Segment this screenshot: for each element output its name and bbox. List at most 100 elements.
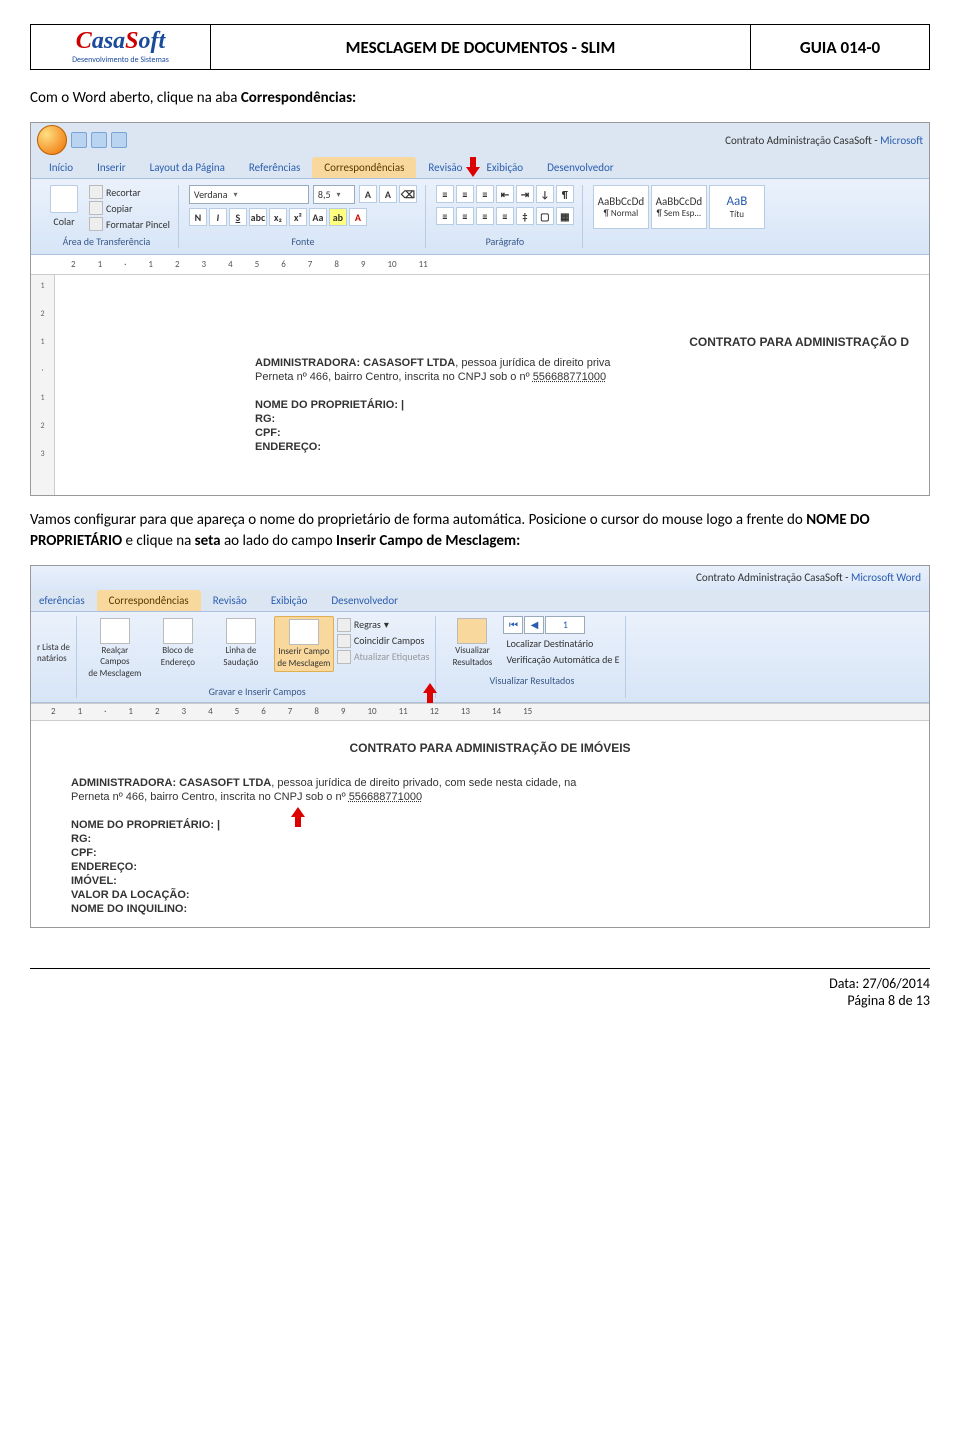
document-page-2[interactable]: CONTRATO PARA ADMINISTRAÇÃO DE IMÓVEIS A…: [31, 721, 929, 927]
tab-exibicao[interactable]: Exibição: [474, 157, 535, 178]
style-titulo[interactable]: AaBTítu: [709, 185, 765, 229]
field-rg: RG:: [255, 413, 909, 425]
align-left-icon[interactable]: ≡: [436, 207, 454, 225]
sort-icon[interactable]: ↓: [536, 185, 554, 203]
group-preview: VisualizarResultados ⏮ ◀ 1 Localizar Des…: [438, 616, 626, 698]
logo: CasaSoft: [76, 29, 165, 53]
paste-button[interactable]: Colar: [43, 185, 85, 228]
preview-icon: [457, 618, 487, 644]
case-button[interactable]: Aa: [309, 208, 327, 226]
clear-format-icon[interactable]: ⌫: [399, 185, 417, 203]
match-icon: [337, 634, 351, 648]
tab-desenvolvedor[interactable]: Desenvolvedor: [319, 590, 410, 611]
justify-icon[interactable]: ≡: [496, 207, 514, 225]
preview-results-button[interactable]: VisualizarResultados: [444, 616, 500, 670]
update-icon: [337, 650, 351, 664]
vertical-ruler: 121·123: [31, 275, 55, 495]
greeting-line-button[interactable]: Linha deSaudação: [211, 616, 271, 670]
rules-button[interactable]: Regras ▾: [337, 618, 430, 632]
address-block-button[interactable]: Bloco deEndereço: [148, 616, 208, 670]
borders-icon[interactable]: ▦: [556, 207, 574, 225]
field-inquilino: NOME DO INQUILINO:: [71, 903, 909, 915]
find-recipient-button[interactable]: Localizar Destinatário: [503, 637, 619, 650]
update-labels-button[interactable]: Atualizar Etiquetas: [337, 650, 430, 664]
group-label: Área de Transferência: [43, 235, 170, 248]
italic-button[interactable]: I: [209, 208, 227, 226]
style-sem-esp[interactable]: AaBbCcDd¶ Sem Esp...: [651, 185, 707, 229]
pilcrow-icon[interactable]: ¶: [556, 185, 574, 203]
redo-icon[interactable]: [111, 132, 127, 148]
underline-button[interactable]: S: [229, 208, 247, 226]
subscript-button[interactable]: x₂: [269, 208, 287, 226]
tab-correspondencias[interactable]: Correspondências: [97, 590, 201, 611]
insert-merge-field-button[interactable]: Inserir Campode Mesclagem: [274, 616, 334, 672]
style-normal[interactable]: AaBbCcDd¶ Normal: [593, 185, 649, 229]
quick-access-toolbar: Contrato Administração CasaSoft - Micros…: [31, 123, 929, 157]
screenshot-word-2: Contrato Administração CasaSoft - Micros…: [30, 565, 930, 928]
tab-revisao[interactable]: Revisão: [201, 590, 259, 611]
screenshot-word-1: Contrato Administração CasaSoft - Micros…: [30, 122, 930, 496]
tab-referencias-partial[interactable]: eferências: [37, 590, 97, 611]
tab-layout[interactable]: Layout da Página: [138, 157, 237, 178]
numbering-icon[interactable]: ≡: [456, 185, 474, 203]
record-number-input[interactable]: 1: [545, 616, 585, 634]
highlight-button[interactable]: ab: [329, 208, 347, 226]
highlight-merge-fields-button[interactable]: Realçar Camposde Mesclagem: [85, 616, 145, 681]
prev-record-button[interactable]: ◀: [524, 616, 544, 634]
tab-correspondencias[interactable]: Correspondências: [312, 157, 416, 178]
group-styles: AaBbCcDd¶ Normal AaBbCcDd¶ Sem Esp... Aa…: [585, 185, 773, 248]
footer-page: Página 8 de 13: [30, 992, 930, 1009]
page-header: CasaSoft Desenvolvimento de Sistemas MES…: [30, 24, 930, 70]
tab-referencias[interactable]: Referências: [237, 157, 312, 178]
superscript-button[interactable]: x²: [289, 208, 307, 226]
text: r Lista de: [37, 642, 70, 653]
tab-desenvolvedor[interactable]: Desenvolvedor: [535, 157, 626, 178]
line-spacing-icon[interactable]: ‡: [516, 207, 534, 225]
text: Com o Word aberto, clique na aba: [30, 89, 241, 107]
document-page[interactable]: CONTRATO PARA ADMINISTRAÇÃO D ADMINISTRA…: [55, 275, 929, 495]
bullets-icon[interactable]: ≡: [436, 185, 454, 203]
auto-check-button[interactable]: Verificação Automática de E: [503, 653, 619, 666]
office-button-icon[interactable]: [37, 125, 67, 155]
indent-dec-icon[interactable]: ⇤: [496, 185, 514, 203]
rules-icon: [337, 618, 351, 632]
address-icon: [163, 618, 193, 644]
align-center-icon[interactable]: ≡: [456, 207, 474, 225]
ribbon-inicio: Colar Recortar Copiar Formatar Pincel Ár…: [31, 179, 929, 255]
tab-exibicao[interactable]: Exibição: [259, 590, 320, 611]
document-area: 121·123 CONTRATO PARA ADMINISTRAÇÃO D AD…: [31, 275, 929, 495]
save-icon[interactable]: [71, 132, 87, 148]
titlebar: Contrato Administração CasaSoft - Micros…: [31, 566, 929, 590]
tab-inserir[interactable]: Inserir: [85, 157, 138, 178]
strike-button[interactable]: abc: [249, 208, 267, 226]
align-right-icon[interactable]: ≡: [476, 207, 494, 225]
bold-button[interactable]: N: [189, 208, 207, 226]
field-nome: NOME DO PROPRIETÁRIO: |: [71, 819, 909, 831]
record-nav: ⏮ ◀ 1: [503, 616, 619, 634]
admin-line: ADMINISTRADORA: CASASOFT LTDA, pessoa ju…: [255, 357, 909, 369]
cut-button[interactable]: Recortar: [89, 185, 170, 199]
font-color-button[interactable]: A: [349, 208, 367, 226]
first-record-button[interactable]: ⏮: [503, 616, 523, 634]
font-name-combo[interactable]: Verdana: [189, 185, 309, 204]
group-left-partial: r Lista de natários: [35, 616, 77, 698]
greeting-icon: [226, 618, 256, 644]
format-painter-button[interactable]: Formatar Pincel: [89, 217, 170, 231]
paragraph-2: Vamos configurar para que apareça o nome…: [30, 510, 930, 551]
shrink-font-icon[interactable]: A: [379, 185, 397, 203]
match-fields-button[interactable]: Coincidir Campos: [337, 634, 430, 648]
highlight-icon: [100, 618, 130, 644]
copy-button[interactable]: Copiar: [89, 201, 170, 215]
group-write-insert: Realçar Camposde Mesclagem Bloco deEnder…: [79, 616, 437, 698]
merge-field-icon: [289, 619, 319, 645]
undo-icon[interactable]: [91, 132, 107, 148]
font-size-combo[interactable]: 8,5: [313, 185, 355, 204]
brush-icon: [89, 217, 103, 231]
shading-icon[interactable]: ▢: [536, 207, 554, 225]
red-arrow-icon: [466, 157, 480, 180]
multilevel-icon[interactable]: ≡: [476, 185, 494, 203]
grow-font-icon[interactable]: A: [359, 185, 377, 203]
field-imovel: IMÓVEL:: [71, 875, 909, 887]
indent-inc-icon[interactable]: ⇥: [516, 185, 534, 203]
tab-inicio[interactable]: Início: [37, 157, 85, 178]
